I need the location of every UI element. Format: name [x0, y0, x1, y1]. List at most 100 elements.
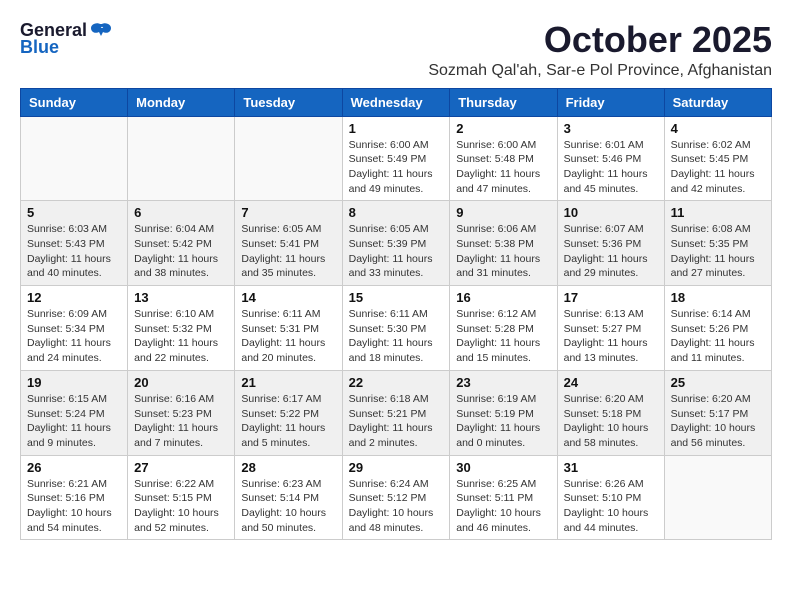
day-number: 17 — [564, 290, 658, 305]
day-info: Sunrise: 6:20 AM Sunset: 5:18 PM Dayligh… — [564, 392, 658, 451]
day-info: Sunrise: 6:20 AM Sunset: 5:17 PM Dayligh… — [671, 392, 765, 451]
day-number: 14 — [241, 290, 335, 305]
weekday-header-monday: Monday — [128, 88, 235, 116]
day-info: Sunrise: 6:24 AM Sunset: 5:12 PM Dayligh… — [349, 477, 444, 536]
day-info: Sunrise: 6:07 AM Sunset: 5:36 PM Dayligh… — [564, 222, 658, 281]
calendar-cell: 18 Sunrise: 6:14 AM Sunset: 5:26 PM Dayli… — [664, 286, 771, 371]
day-info: Sunrise: 6:08 AM Sunset: 5:35 PM Dayligh… — [671, 222, 765, 281]
calendar-cell — [664, 455, 771, 540]
calendar-cell: 14 Sunrise: 6:11 AM Sunset: 5:31 PM Dayli… — [235, 286, 342, 371]
calendar-week-4: 19 Sunrise: 6:15 AM Sunset: 5:24 PM Dayli… — [21, 370, 772, 455]
weekday-header-tuesday: Tuesday — [235, 88, 342, 116]
day-number: 7 — [241, 205, 335, 220]
day-info: Sunrise: 6:02 AM Sunset: 5:45 PM Dayligh… — [671, 138, 765, 197]
day-info: Sunrise: 6:11 AM Sunset: 5:31 PM Dayligh… — [241, 307, 335, 366]
calendar-cell: 12 Sunrise: 6:09 AM Sunset: 5:34 PM Dayli… — [21, 286, 128, 371]
calendar-cell: 28Sunrise: 6:23 AM Sunset: 5:14 PM Dayli… — [235, 455, 342, 540]
day-info: Sunrise: 6:14 AM Sunset: 5:26 PM Dayligh… — [671, 307, 765, 366]
calendar-cell: 30 Sunrise: 6:25 AM Sunset: 5:11 PM Dayli… — [450, 455, 557, 540]
day-number: 10 — [564, 205, 658, 220]
calendar-cell: 13Sunrise: 6:10 AM Sunset: 5:32 PM Dayli… — [128, 286, 235, 371]
day-number: 12 — [27, 290, 121, 305]
day-info: Sunrise: 6:00 AM Sunset: 5:48 PM Dayligh… — [456, 138, 550, 197]
day-number: 20 — [134, 375, 228, 390]
calendar-cell: 31 Sunrise: 6:26 AM Sunset: 5:10 PM Dayli… — [557, 455, 664, 540]
day-info: Sunrise: 6:11 AM Sunset: 5:30 PM Dayligh… — [349, 307, 444, 366]
day-number: 13 — [134, 290, 228, 305]
day-number: 28 — [241, 460, 335, 475]
day-number: 22 — [349, 375, 444, 390]
day-info: Sunrise: 6:01 AM Sunset: 5:46 PM Dayligh… — [564, 138, 658, 197]
day-info: Sunrise: 6:22 AM Sunset: 5:15 PM Dayligh… — [134, 477, 228, 536]
calendar-cell: 3 Sunrise: 6:01 AM Sunset: 5:46 PM Daylig… — [557, 116, 664, 201]
day-info: Sunrise: 6:26 AM Sunset: 5:10 PM Dayligh… — [564, 477, 658, 536]
day-number: 27 — [134, 460, 228, 475]
calendar-cell: 19 Sunrise: 6:15 AM Sunset: 5:24 PM Dayli… — [21, 370, 128, 455]
calendar-week-2: 5 Sunrise: 6:03 AM Sunset: 5:43 PM Daylig… — [21, 201, 772, 286]
calendar-cell — [235, 116, 342, 201]
calendar-week-1: 1 Sunrise: 6:00 AM Sunset: 5:49 PM Daylig… — [21, 116, 772, 201]
day-info: Sunrise: 6:25 AM Sunset: 5:11 PM Dayligh… — [456, 477, 550, 536]
calendar-cell: 20 Sunrise: 6:16 AM Sunset: 5:23 PM Dayli… — [128, 370, 235, 455]
calendar-cell: 2 Sunrise: 6:00 AM Sunset: 5:48 PM Daylig… — [450, 116, 557, 201]
weekday-header-row: SundayMondayTuesdayWednesdayThursdayFrid… — [21, 88, 772, 116]
calendar-cell: 27 Sunrise: 6:22 AM Sunset: 5:15 PM Dayli… — [128, 455, 235, 540]
day-number: 24 — [564, 375, 658, 390]
day-number: 4 — [671, 121, 765, 136]
calendar-cell: 21Sunrise: 6:17 AM Sunset: 5:22 PM Dayli… — [235, 370, 342, 455]
day-info: Sunrise: 6:00 AM Sunset: 5:49 PM Dayligh… — [349, 138, 444, 197]
calendar-cell: 29Sunrise: 6:24 AM Sunset: 5:12 PM Dayli… — [342, 455, 450, 540]
weekday-header-saturday: Saturday — [664, 88, 771, 116]
calendar-cell: 16 Sunrise: 6:12 AM Sunset: 5:28 PM Dayli… — [450, 286, 557, 371]
month-title: October 2025 — [113, 20, 772, 60]
calendar-week-3: 12 Sunrise: 6:09 AM Sunset: 5:34 PM Dayli… — [21, 286, 772, 371]
day-number: 1 — [349, 121, 444, 136]
day-info: Sunrise: 6:17 AM Sunset: 5:22 PM Dayligh… — [241, 392, 335, 451]
day-number: 18 — [671, 290, 765, 305]
logo: General Blue — [20, 20, 113, 58]
day-number: 31 — [564, 460, 658, 475]
day-info: Sunrise: 6:03 AM Sunset: 5:43 PM Dayligh… — [27, 222, 121, 281]
day-info: Sunrise: 6:05 AM Sunset: 5:41 PM Dayligh… — [241, 222, 335, 281]
day-number: 16 — [456, 290, 550, 305]
calendar-cell: 4 Sunrise: 6:02 AM Sunset: 5:45 PM Daylig… — [664, 116, 771, 201]
day-info: Sunrise: 6:15 AM Sunset: 5:24 PM Dayligh… — [27, 392, 121, 451]
calendar-cell: 8 Sunrise: 6:05 AM Sunset: 5:39 PM Daylig… — [342, 201, 450, 286]
calendar-cell: 17Sunrise: 6:13 AM Sunset: 5:27 PM Dayli… — [557, 286, 664, 371]
weekday-header-thursday: Thursday — [450, 88, 557, 116]
page-header: General Blue October 2025 Sozmah Qal'ah,… — [20, 20, 772, 80]
weekday-header-wednesday: Wednesday — [342, 88, 450, 116]
day-info: Sunrise: 6:04 AM Sunset: 5:42 PM Dayligh… — [134, 222, 228, 281]
calendar-table: SundayMondayTuesdayWednesdayThursdayFrid… — [20, 88, 772, 541]
calendar-cell: 1 Sunrise: 6:00 AM Sunset: 5:49 PM Daylig… — [342, 116, 450, 201]
day-info: Sunrise: 6:12 AM Sunset: 5:28 PM Dayligh… — [456, 307, 550, 366]
logo-bird-icon — [91, 22, 113, 40]
calendar-cell: 15Sunrise: 6:11 AM Sunset: 5:30 PM Dayli… — [342, 286, 450, 371]
calendar-cell: 5 Sunrise: 6:03 AM Sunset: 5:43 PM Daylig… — [21, 201, 128, 286]
day-info: Sunrise: 6:09 AM Sunset: 5:34 PM Dayligh… — [27, 307, 121, 366]
calendar-cell: 25Sunrise: 6:20 AM Sunset: 5:17 PM Dayli… — [664, 370, 771, 455]
title-section: October 2025 Sozmah Qal'ah, Sar-e Pol Pr… — [113, 20, 772, 80]
day-number: 8 — [349, 205, 444, 220]
weekday-header-friday: Friday — [557, 88, 664, 116]
calendar-cell: 6 Sunrise: 6:04 AM Sunset: 5:42 PM Daylig… — [128, 201, 235, 286]
day-info: Sunrise: 6:05 AM Sunset: 5:39 PM Dayligh… — [349, 222, 444, 281]
day-number: 11 — [671, 205, 765, 220]
weekday-header-sunday: Sunday — [21, 88, 128, 116]
day-number: 3 — [564, 121, 658, 136]
day-info: Sunrise: 6:21 AM Sunset: 5:16 PM Dayligh… — [27, 477, 121, 536]
logo-blue-text: Blue — [20, 37, 59, 58]
calendar-cell: 10 Sunrise: 6:07 AM Sunset: 5:36 PM Dayli… — [557, 201, 664, 286]
calendar-cell: 23Sunrise: 6:19 AM Sunset: 5:19 PM Dayli… — [450, 370, 557, 455]
day-number: 30 — [456, 460, 550, 475]
day-number: 5 — [27, 205, 121, 220]
day-number: 23 — [456, 375, 550, 390]
day-number: 19 — [27, 375, 121, 390]
calendar-cell: 9Sunrise: 6:06 AM Sunset: 5:38 PM Daylig… — [450, 201, 557, 286]
day-number: 2 — [456, 121, 550, 136]
calendar-week-5: 26Sunrise: 6:21 AM Sunset: 5:16 PM Dayli… — [21, 455, 772, 540]
day-number: 6 — [134, 205, 228, 220]
calendar-cell — [21, 116, 128, 201]
calendar-cell: 26Sunrise: 6:21 AM Sunset: 5:16 PM Dayli… — [21, 455, 128, 540]
day-info: Sunrise: 6:16 AM Sunset: 5:23 PM Dayligh… — [134, 392, 228, 451]
